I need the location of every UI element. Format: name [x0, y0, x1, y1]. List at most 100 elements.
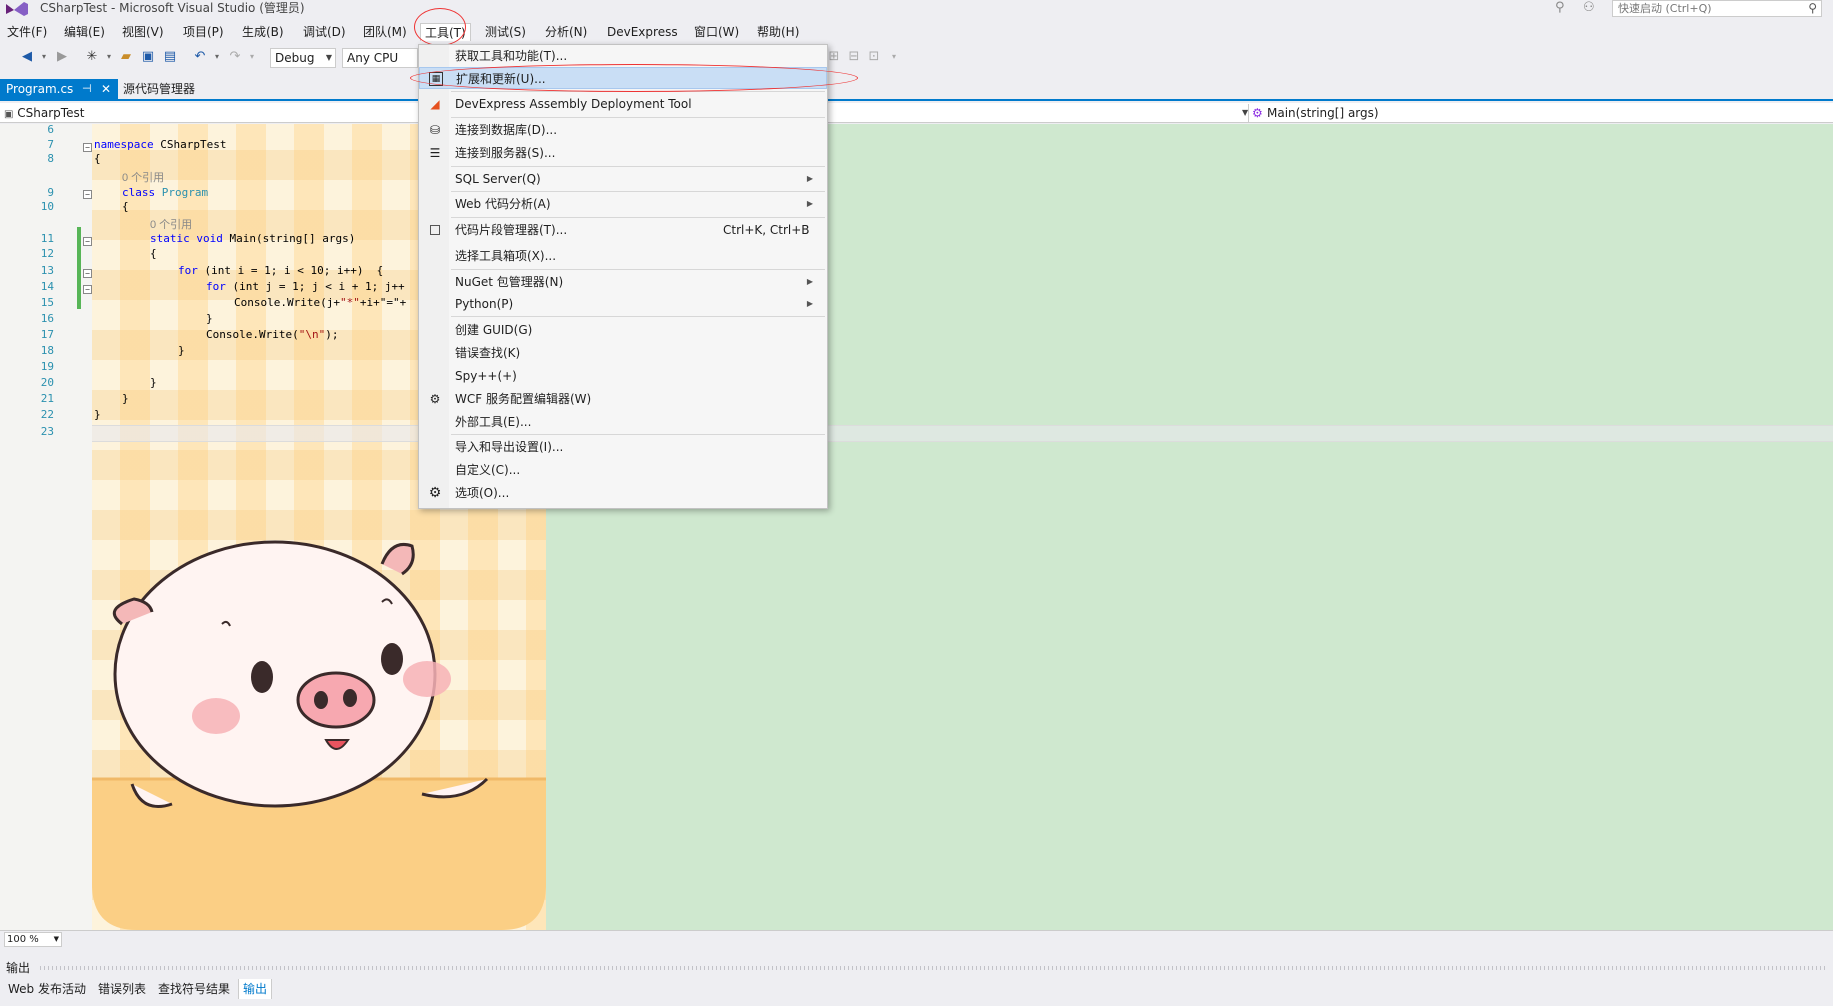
menu-window[interactable]: 窗口(W): [690, 23, 743, 41]
toolbar-icon-c[interactable]: ⊡: [866, 49, 882, 65]
standard-toolbar: ◀ ▾ ▶ ✳ ▾ ▰ ▣ ▤ ↶ ▾ ↷ ▾ Debug ▼ Any CPU …: [0, 45, 1833, 71]
menu-team[interactable]: 团队(M): [359, 23, 411, 41]
menu-item-create-guid[interactable]: 创建 GUID(G): [419, 319, 827, 341]
identifier: CSharpTest: [153, 138, 227, 151]
tab-find-symbol-results[interactable]: 查找符号结果: [158, 979, 230, 999]
submenu-arrow-icon: ▶: [806, 199, 813, 208]
quick-launch-input[interactable]: 快速启动 (Ctrl+Q) ⚲: [1612, 0, 1822, 17]
output-panel: 输出 Web 发布活动 错误列表 查找符号结果 输出: [0, 955, 1833, 1006]
toolbar-overflow-icon[interactable]: ▾: [886, 49, 902, 65]
line-number: 14: [40, 280, 54, 293]
line-number: 19: [40, 360, 54, 373]
menu-item-web-code-analysis[interactable]: Web 代码分析(A) ▶: [419, 193, 827, 215]
search-icon: ⚲: [1808, 1, 1817, 15]
menu-item-customize[interactable]: 自定义(C)...: [419, 459, 827, 481]
menu-item-options[interactable]: ⚙ 选项(O)...: [419, 482, 827, 504]
tab-error-list[interactable]: 错误列表: [98, 979, 146, 999]
menu-help[interactable]: 帮助(H): [753, 23, 803, 41]
solution-platform-select[interactable]: Any CPU: [342, 48, 418, 68]
menu-separator: [451, 217, 825, 218]
menu-item-python[interactable]: Python(P) ▶: [419, 293, 827, 315]
toolbar-icon-a[interactable]: ⊞: [826, 49, 842, 65]
redo-icon[interactable]: ↷: [227, 49, 243, 65]
code-line-brace: {: [122, 200, 129, 213]
menu-debug[interactable]: 调试(D): [299, 23, 350, 41]
feedback-icon[interactable]: ⚲: [1555, 0, 1565, 15]
menu-item-get-tools[interactable]: 获取工具和功能(T)...: [419, 45, 827, 67]
menu-edit[interactable]: 编辑(E): [60, 23, 109, 41]
zoom-select[interactable]: 100 % ▼: [4, 932, 62, 947]
chevron-down-icon: ▼: [325, 53, 332, 62]
collapse-icon[interactable]: −: [83, 143, 92, 152]
menu-item-sql-server[interactable]: SQL Server(Q) ▶: [419, 168, 827, 190]
collapse-icon[interactable]: −: [83, 285, 92, 294]
code-line-brace: {: [150, 247, 157, 260]
pin-icon[interactable]: ⊣: [82, 79, 92, 99]
menu-tools[interactable]: 工具(T): [420, 23, 471, 41]
dropdown-arrow-icon[interactable]: ▾: [36, 49, 52, 65]
menu-view[interactable]: 视图(V): [118, 23, 168, 41]
menu-item-connect-database[interactable]: ⛁ 连接到数据库(D)...: [419, 119, 827, 141]
code-line-brace: }: [94, 408, 101, 421]
undo-icon[interactable]: ↶: [192, 49, 208, 65]
keyword: for: [206, 280, 226, 293]
tab-web-publish[interactable]: Web 发布活动: [8, 979, 86, 999]
menu-item-snippets-manager[interactable]: 代码片段管理器(T)... Ctrl+K, Ctrl+B: [419, 219, 827, 241]
new-project-icon[interactable]: ✳: [84, 49, 100, 65]
menu-item-error-lookup[interactable]: 错误查找(K): [419, 342, 827, 364]
menu-analyze[interactable]: 分析(N): [541, 23, 591, 41]
menu-file[interactable]: 文件(F): [3, 23, 51, 41]
account-icon[interactable]: ⚇: [1583, 0, 1595, 15]
codelens-references[interactable]: 0 个引用: [150, 218, 192, 232]
toolbar-icon-b[interactable]: ⊟: [846, 49, 862, 65]
collapse-icon[interactable]: −: [83, 190, 92, 199]
member-dropdown[interactable]: ⚙ Main(string[] args): [1248, 104, 1833, 122]
save-icon[interactable]: ▣: [140, 49, 156, 65]
dropdown-arrow-icon[interactable]: ▾: [101, 49, 117, 65]
menu-item-extensions-updates[interactable]: ▦ 扩展和更新(U)...: [419, 67, 827, 89]
tab-source-control[interactable]: 源代码管理器: [123, 79, 195, 99]
menu-item-external-tools[interactable]: 外部工具(E)...: [419, 411, 827, 433]
tab-label: Program.cs: [6, 82, 74, 96]
menu-item-nuget[interactable]: NuGet 包管理器(N) ▶: [419, 271, 827, 293]
collapse-icon[interactable]: −: [83, 269, 92, 278]
menu-item-label: 外部工具(E)...: [455, 415, 532, 429]
tab-program-cs[interactable]: Program.cs ⊣ ✕: [0, 79, 118, 99]
forward-icon[interactable]: ▶: [54, 49, 70, 65]
solution-config-select[interactable]: Debug ▼: [270, 48, 336, 68]
menu-build[interactable]: 生成(B): [238, 23, 288, 41]
panel-grip[interactable]: [40, 966, 1825, 970]
line-number: 9: [47, 186, 54, 199]
menu-item-choose-toolbox-items[interactable]: 选择工具箱项(X)...: [419, 245, 827, 267]
collapse-icon[interactable]: −: [83, 237, 92, 246]
menu-test[interactable]: 测试(S): [481, 23, 530, 41]
line-number: 6: [47, 124, 54, 136]
menu-project[interactable]: 项目(P): [179, 23, 228, 41]
editor-zoom-bar: 100 % ▼: [0, 930, 1833, 948]
close-icon[interactable]: ✕: [101, 79, 111, 99]
menu-item-shortcut: Ctrl+K, Ctrl+B: [723, 223, 810, 237]
project-dropdown[interactable]: ▣ CSharpTest: [4, 104, 84, 122]
keyword: namespace: [94, 138, 154, 151]
code-editor[interactable]: 6 7 8 9 10 11 12 13 14 15 16 17 18 19 20…: [0, 124, 1833, 930]
tab-output[interactable]: 输出: [238, 979, 273, 999]
code-line-brace: }: [178, 344, 185, 357]
menu-item-devexpress-deploy[interactable]: ◢ DevExpress Assembly Deployment Tool: [419, 93, 827, 115]
save-all-icon[interactable]: ▤: [162, 49, 178, 65]
menu-item-wcf-config-editor[interactable]: ⚙ WCF 服务配置编辑器(W): [419, 388, 827, 410]
dropdown-arrow-icon[interactable]: ▾: [209, 49, 225, 65]
back-icon[interactable]: ◀: [19, 49, 35, 65]
menu-devexpress[interactable]: DevExpress: [603, 23, 682, 41]
menu-separator: [451, 117, 825, 118]
code-text: +i+"="+: [359, 296, 407, 309]
menu-item-spy[interactable]: Spy++(+): [419, 365, 827, 387]
codelens-references[interactable]: 0 个引用: [122, 171, 164, 185]
menu-item-label: DevExpress Assembly Deployment Tool: [455, 97, 692, 111]
open-folder-icon[interactable]: ▰: [118, 49, 134, 65]
menu-item-connect-server[interactable]: ☰ 连接到服务器(S)...: [419, 142, 827, 164]
menu-item-import-export-settings[interactable]: 导入和导出设置(I)...: [419, 436, 827, 458]
line-number: 23: [40, 425, 54, 438]
gear-icon: ⚙: [428, 485, 442, 501]
code-text: Console.Write(: [206, 328, 299, 341]
dropdown-arrow-icon[interactable]: ▾: [244, 49, 260, 65]
